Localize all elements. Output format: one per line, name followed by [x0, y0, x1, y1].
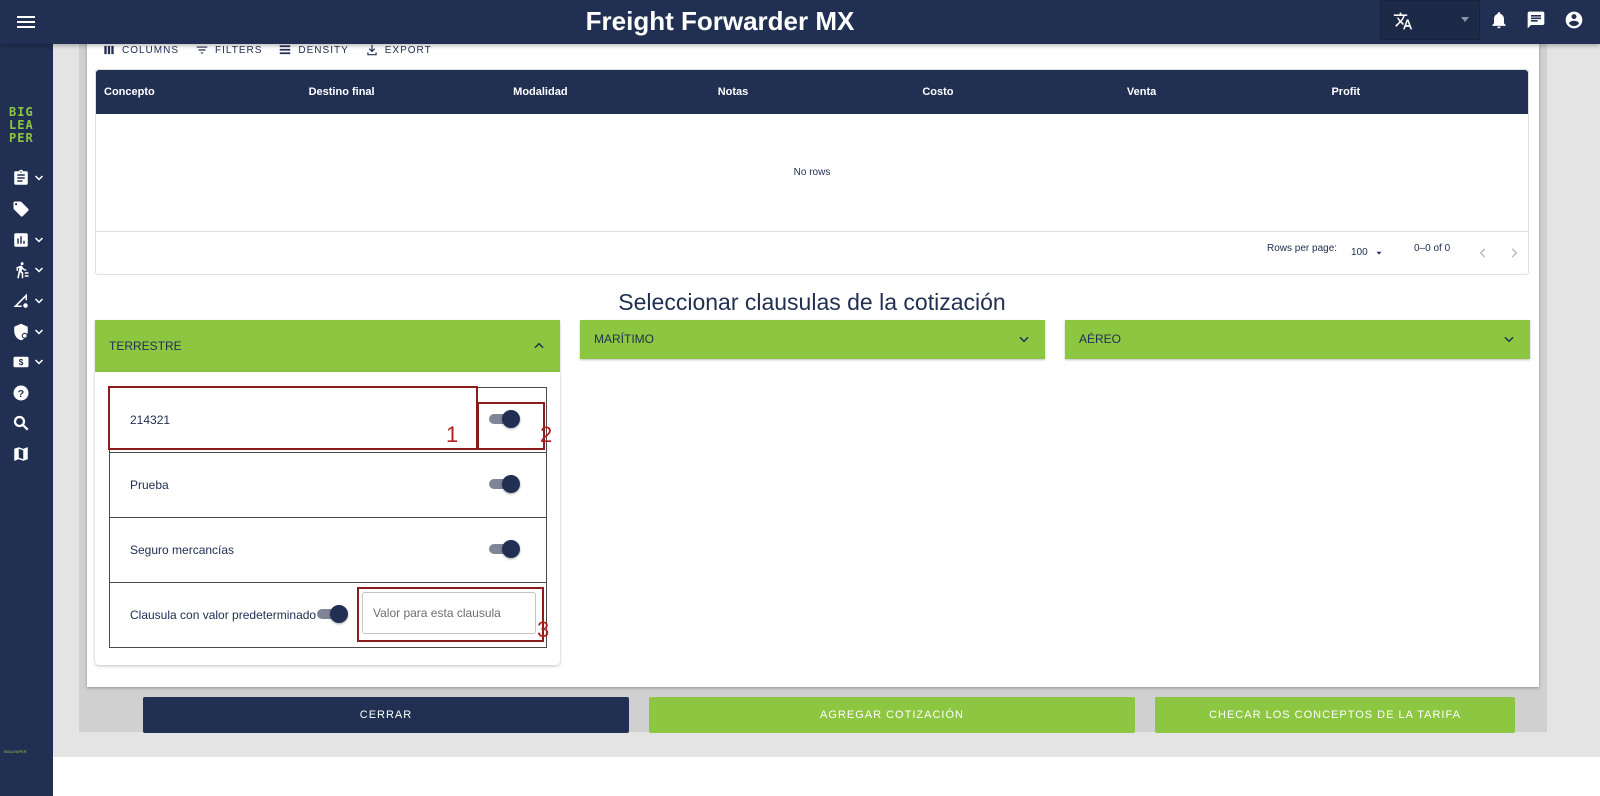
chevron-right-icon[interactable] [1507, 246, 1521, 260]
chat-icon[interactable] [1526, 10, 1546, 30]
column-header-destino[interactable]: Destino final [301, 86, 506, 98]
column-header-venta[interactable]: Venta [1119, 86, 1324, 98]
columns-icon [104, 45, 114, 55]
accordion-label: TERRESTRE [109, 339, 182, 353]
tag-icon [13, 201, 29, 217]
filter-icon [196, 46, 208, 54]
bell-icon[interactable] [1489, 10, 1509, 30]
column-header-profit[interactable]: Profit [1323, 86, 1528, 98]
page-footer-area [53, 757, 1600, 796]
columns-label: COLUMNS [122, 44, 180, 56]
search-icon [13, 415, 29, 431]
accordion-label: AÉREO [1079, 332, 1122, 346]
accordion-label: MARÍTIMO [594, 332, 654, 346]
column-header-modalidad[interactable]: Modalidad [505, 86, 710, 98]
caret-down-icon [1376, 251, 1382, 255]
app-title: Freight Forwarder MX [585, 6, 855, 36]
language-select[interactable] [1380, 0, 1480, 40]
chevron-down-icon [34, 359, 44, 365]
chevron-down-icon [34, 237, 44, 243]
annotation-number: 1 [446, 422, 459, 447]
filters-label: FILTERS [215, 44, 263, 56]
density-label: DENSITY [298, 44, 349, 56]
clauses-section-title: Seleccionar clausulas de la cotización [618, 289, 1006, 315]
grid-header: Concepto Destino final Modalidad Notas C… [96, 70, 1528, 114]
pagination-range: 0–0 of 0 [1414, 243, 1451, 254]
rows-per-page-value: 100 [1351, 247, 1368, 258]
sidebar-item-quotes[interactable] [12, 167, 48, 189]
money-icon: $ [13, 356, 29, 368]
annotation-number: 2 [540, 422, 553, 447]
walker-icon [16, 262, 29, 279]
clause-row: Seguro mercancías [109, 517, 547, 583]
export-button[interactable]: EXPORT [365, 43, 432, 57]
clause-row: Clausula con valor predeterminado [109, 582, 547, 648]
chevron-down-icon [34, 175, 44, 181]
chevron-left-icon[interactable] [1476, 246, 1490, 260]
chevron-down-icon [1019, 336, 1029, 343]
density-icon [280, 45, 291, 55]
clause-toggle[interactable] [317, 604, 349, 624]
chevron-up-icon [534, 342, 544, 349]
sidebar-item-operations[interactable] [12, 259, 48, 281]
chevron-down-icon [34, 329, 44, 335]
clause-label: Prueba [130, 478, 169, 492]
chevron-down-icon [1461, 17, 1469, 22]
chart-icon [14, 233, 28, 247]
map-icon [14, 447, 28, 461]
clause-toggle[interactable] [489, 539, 521, 559]
account-icon[interactable] [1564, 10, 1584, 30]
empty-state-text: No rows [793, 167, 831, 178]
footer-logo: BIGLEAPER [4, 749, 27, 754]
filters-button[interactable]: FILTERS [195, 43, 262, 57]
annotation-number: 3 [537, 617, 550, 642]
add-quote-button[interactable]: AGREGAR COTIZACIÓN [649, 697, 1135, 733]
chevron-down-icon [34, 267, 44, 273]
sidebar-item-map[interactable] [12, 443, 48, 465]
density-button[interactable]: DENSITY [278, 43, 348, 57]
export-label: EXPORT [384, 44, 432, 56]
clause-toggle[interactable] [489, 409, 521, 429]
sidebar-item-reports[interactable] [12, 229, 48, 251]
chevron-down-icon [1504, 336, 1514, 343]
sidebar-item-billing[interactable]: $ [12, 351, 48, 373]
clause-toggle[interactable] [489, 474, 521, 494]
column-header-concepto[interactable]: Concepto [96, 86, 301, 98]
shield-icon [14, 323, 28, 341]
rows-per-page-label: Rows per page: [1267, 243, 1338, 254]
clause-value-input[interactable] [362, 592, 536, 634]
column-header-costo[interactable]: Costo [914, 86, 1119, 98]
rows-per-page-select[interactable]: 100 [1351, 247, 1384, 258]
download-icon [367, 44, 377, 56]
accordion-terrestre[interactable]: TERRESTRE [95, 320, 560, 372]
grid-pagination: Rows per page: 100 0–0 of 0 [96, 231, 1528, 275]
accordion-aereo[interactable]: AÉREO [1065, 320, 1530, 359]
column-header-notas[interactable]: Notas [710, 86, 915, 98]
sidebar: BIG LEA PER $ ? BIGLEAPER [0, 44, 53, 796]
top-app-bar: Freight Forwarder MX [0, 0, 1600, 44]
check-concepts-button[interactable]: CHECAR LOS CONCEPTOS DE LA TARIFA [1155, 697, 1515, 733]
translate-icon [1393, 12, 1413, 30]
concepts-grid: Concepto Destino final Modalidad Notas C… [95, 69, 1529, 275]
svg-text:?: ? [18, 388, 24, 400]
clause-row: Prueba [109, 452, 547, 518]
help-icon: ? [13, 385, 29, 401]
close-button[interactable]: CERRAR [143, 697, 629, 733]
grid-toolbar: COLUMNS FILTERS DENSITY EXPORT [102, 43, 432, 57]
biglaeper-logo: BIG LEA PER [9, 105, 34, 145]
clause-label: 214321 [130, 413, 171, 427]
sidebar-item-search[interactable] [12, 412, 48, 434]
clause-row: 214321 [109, 387, 547, 453]
clause-label: Seguro mercancías [130, 543, 235, 557]
svg-text:$: $ [19, 358, 24, 367]
clipboard-icon [14, 169, 28, 185]
clause-label: Clausula con valor predeterminado [130, 608, 317, 622]
columns-button[interactable]: COLUMNS [102, 43, 179, 57]
sidebar-item-insurance[interactable] [12, 321, 48, 343]
sidebar-item-help[interactable]: ? [12, 382, 48, 404]
sidebar-item-tags[interactable] [12, 198, 48, 220]
accordion-maritimo[interactable]: MARÍTIMO [580, 320, 1045, 359]
